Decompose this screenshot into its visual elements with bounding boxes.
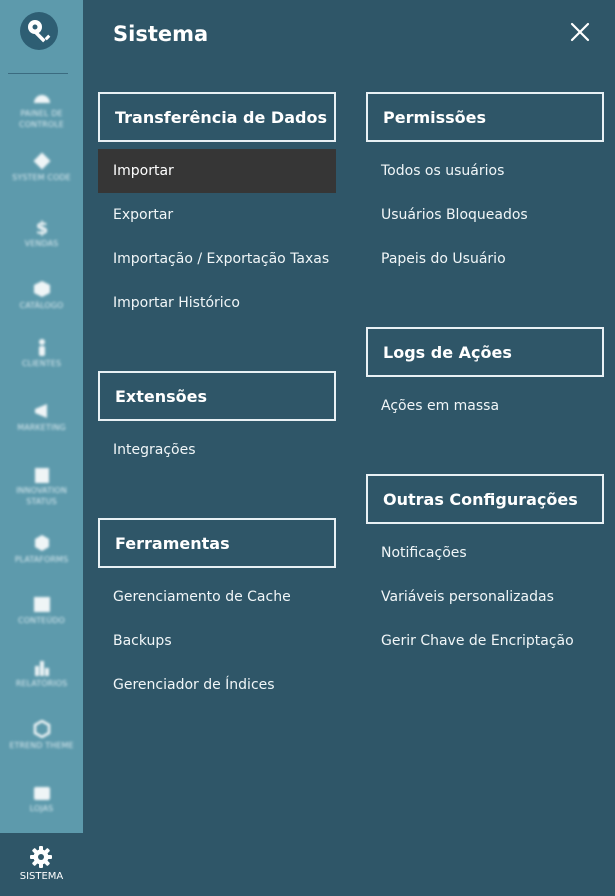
cube-icon: [33, 281, 50, 297]
rail-item-dollar[interactable]: $ VENDAS: [0, 218, 83, 249]
menu-item[interactable]: Gerenciador de Índices: [98, 663, 336, 707]
rail-item-label: MARKETING: [17, 423, 66, 432]
section-menu-list: Importar Exportar Importação / Exportação …: [98, 149, 336, 325]
rail-item-label: CONTEÚDO: [18, 616, 65, 625]
menu-item[interactable]: Variáveis personalizadas: [366, 575, 604, 619]
section-header: Extensões: [98, 371, 336, 421]
hexagon-outline-icon: [33, 720, 50, 738]
svg-text:$: $: [35, 218, 48, 236]
hexagon-icon: [34, 535, 49, 551]
section-logs: Logs de Ações Ações em massa: [366, 327, 604, 428]
menu-item[interactable]: Usuários Bloqueados: [366, 193, 604, 237]
rail-item-label-sistema: SISTEMA: [19, 871, 64, 882]
section-extensoes: Extensões Integrações: [98, 371, 336, 472]
rail-item-label: CATÁLOGO: [19, 301, 64, 310]
close-button[interactable]: [569, 21, 591, 43]
section-header: Transferência de Dados: [98, 92, 336, 142]
panel-title: Sistema: [113, 22, 209, 46]
menu-item[interactable]: Gerenciamento de Cache: [98, 575, 336, 619]
rail-item-person[interactable]: CLIENTES: [0, 338, 83, 369]
rail-item-label: PAINEL DE CONTROLE: [19, 109, 64, 129]
menu-item[interactable]: Importar Histórico: [98, 281, 336, 325]
store-icon: [33, 787, 50, 800]
rail-item-building[interactable]: INNOVATION STATUS: [0, 465, 83, 507]
rail-item-hexagon[interactable]: PLATAFORMS: [0, 534, 83, 565]
person-icon: [38, 339, 45, 356]
side-navigation-rail: PAINEL DE CONTROLE SYSTEM CODE $ VENDAS CATÁ…: [0, 0, 83, 896]
menu-item[interactable]: Ações em massa: [366, 384, 604, 428]
rail-item-label: INNOVATION STATUS: [16, 486, 67, 506]
section-header: Permissões: [366, 92, 604, 142]
rail-item-tag[interactable]: SYSTEM CODE: [0, 152, 83, 183]
logo[interactable]: [20, 12, 58, 50]
rail-item-label: VENDAS: [24, 239, 59, 248]
tag-icon: [33, 152, 50, 170]
gear-icon: [30, 846, 52, 868]
bar-chart-icon: [34, 661, 49, 676]
rail-item-store[interactable]: LOJAS: [0, 783, 83, 814]
rail-divider: [8, 73, 68, 74]
megaphone-icon: [34, 404, 47, 418]
rail-item-sistema[interactable]: [0, 833, 83, 896]
section-header: Logs de Ações: [366, 327, 604, 377]
rail-item-cube[interactable]: CATÁLOGO: [0, 280, 83, 311]
rail-item-label: PLATAFORMS: [14, 555, 69, 564]
rail-item-bar-chart[interactable]: RELATÓRIOS: [0, 658, 83, 689]
menu-item[interactable]: Gerir Chave de Encriptação: [366, 619, 604, 663]
menu-item[interactable]: Notificações: [366, 531, 604, 575]
menu-item[interactable]: Backups: [98, 619, 336, 663]
rail-item-label: SYSTEM CODE: [12, 173, 71, 182]
menu-item[interactable]: Integrações: [98, 428, 336, 472]
rail-item-label: ETREND THEME: [9, 741, 74, 750]
rail-item-layout[interactable]: CONTEÚDO: [0, 595, 83, 626]
rail-item-label: LOJAS: [29, 804, 54, 813]
rail-item-dashboard[interactable]: PAINEL DE CONTROLE: [0, 88, 83, 130]
rail-item-hexagon-outline[interactable]: ETREND THEME: [0, 720, 83, 751]
section-header: Outras Configurações: [366, 474, 604, 524]
rail-item-label: RELATÓRIOS: [15, 679, 68, 688]
building-icon: [34, 468, 49, 483]
close-icon: [570, 22, 590, 42]
section-permissoes: Permissões Todos os usuários Usuários Bloq…: [366, 92, 604, 281]
menu-item[interactable]: Importação / Exportação Taxas: [98, 237, 336, 281]
dollar-icon: $: [35, 218, 48, 236]
layout-icon: [33, 597, 50, 612]
section-menu-list: Todos os usuários Usuários Bloqueados Pape…: [366, 149, 604, 281]
admin-app: PAINEL DE CONTROLE SYSTEM CODE $ VENDAS CATÁ…: [0, 0, 615, 896]
dashboard-icon: [33, 95, 50, 103]
section-menu-list: Notificações Variáveis personalizadas Geri…: [366, 531, 604, 663]
rail-item-megaphone[interactable]: MARKETING: [0, 402, 83, 433]
menu-item[interactable]: Papeis do Usuário: [366, 237, 604, 281]
section-header: Ferramentas: [98, 518, 336, 568]
section-menu-list: Ações em massa: [366, 384, 604, 428]
menu-item[interactable]: Todos os usuários: [366, 149, 604, 193]
sistema-panel: Sistema Transferência de Dados Importar Ex…: [83, 0, 615, 896]
menu-item[interactable]: Importar: [98, 149, 336, 193]
section-menu-list: Gerenciamento de Cache Backups Gerenciador…: [98, 575, 336, 707]
section-ferramentas: Ferramentas Gerenciamento de Cache Backups…: [98, 518, 336, 707]
key-logo-icon: [28, 20, 51, 43]
menu-item[interactable]: Exportar: [98, 193, 336, 237]
section-outras: Outras Configurações Notificações Variávei…: [366, 474, 604, 663]
section-transferencia: Transferência de Dados Importar Exportar Im…: [98, 92, 336, 325]
section-menu-list: Integrações: [98, 428, 336, 472]
rail-item-label: CLIENTES: [21, 359, 62, 368]
